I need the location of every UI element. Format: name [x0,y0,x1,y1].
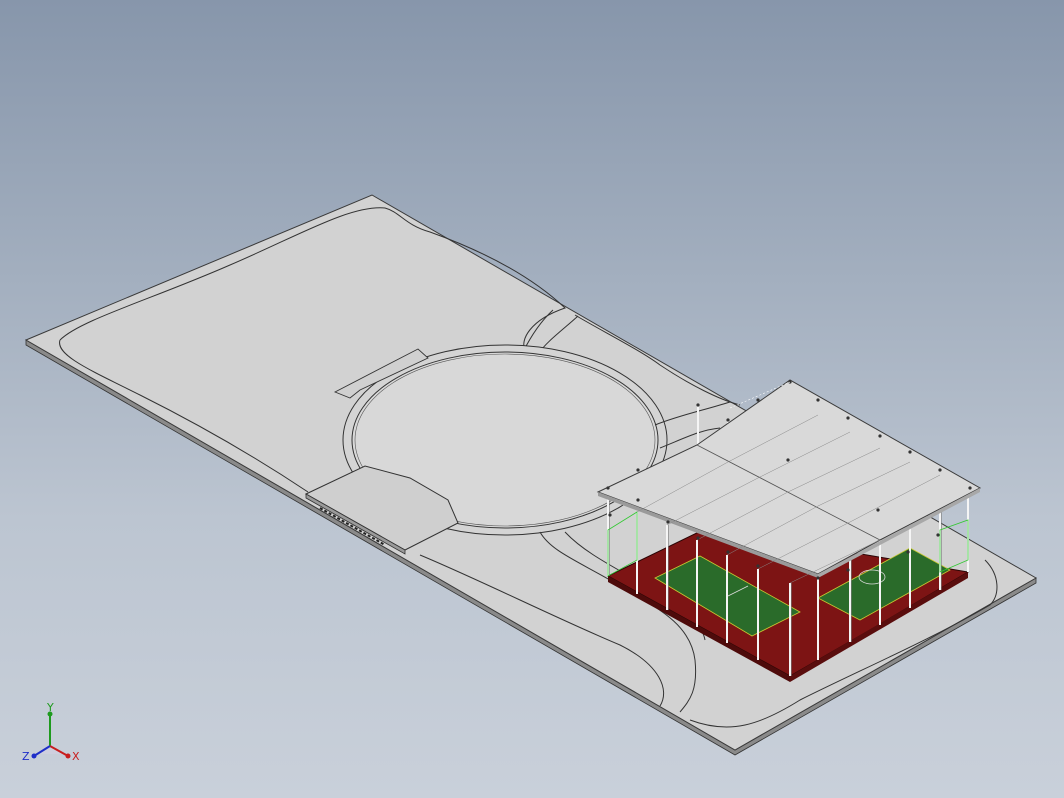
park-model[interactable] [0,0,1064,798]
triad-z-label: Z [22,750,30,763]
triad-x-label: X [72,750,80,763]
axis-triad[interactable]: Y X Z [20,702,90,772]
model-viewport[interactable]: Y X Z [0,0,1064,798]
triad-y-label: Y [46,702,54,714]
triad-x-tip [65,753,71,759]
triad-z-tip [31,753,37,759]
